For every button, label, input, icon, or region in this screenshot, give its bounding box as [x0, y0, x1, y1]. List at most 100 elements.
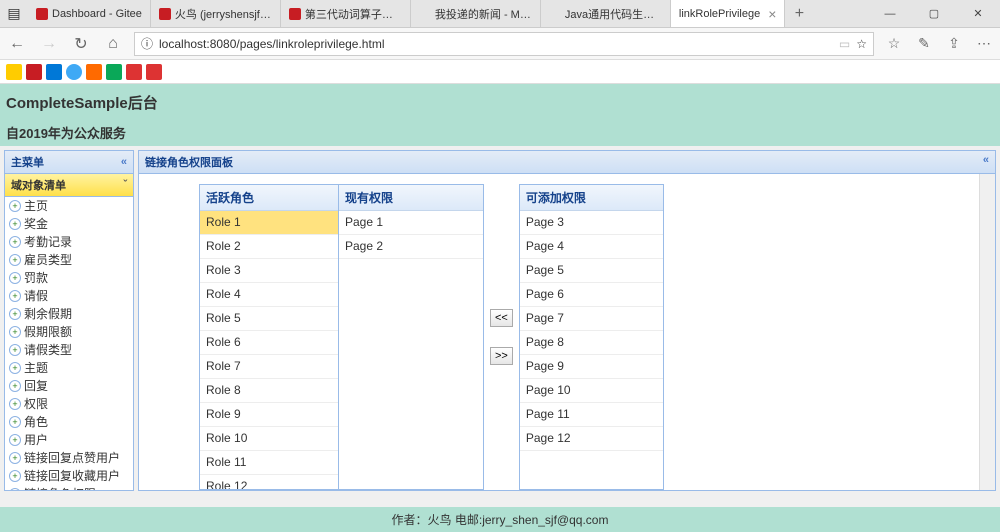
- sidebar-item[interactable]: +请假类型: [5, 341, 133, 359]
- sidebar-item[interactable]: +剩余假期: [5, 305, 133, 323]
- grid-row[interactable]: Role 12: [200, 475, 338, 489]
- grid-row[interactable]: Page 1: [339, 211, 483, 235]
- tree-expand-icon[interactable]: +: [9, 236, 21, 248]
- grid-row[interactable]: Role 10: [200, 427, 338, 451]
- forward-button[interactable]: →: [38, 35, 60, 53]
- grid-row[interactable]: Page 7: [520, 307, 663, 331]
- grid-row[interactable]: Page 9: [520, 355, 663, 379]
- grid-row[interactable]: Role 9: [200, 403, 338, 427]
- sidebar-item[interactable]: +主页: [5, 197, 133, 215]
- bookmark-1[interactable]: [6, 64, 22, 80]
- bookmark-8[interactable]: [146, 64, 162, 80]
- remove-button[interactable]: >>: [490, 347, 513, 365]
- sidebar-item[interactable]: +请假: [5, 287, 133, 305]
- bookmark-3[interactable]: [46, 64, 62, 80]
- bookmark-6[interactable]: [106, 64, 122, 80]
- maximize-button[interactable]: ▢: [912, 0, 956, 27]
- bookmark-2[interactable]: [26, 64, 42, 80]
- tree-expand-icon[interactable]: +: [9, 344, 21, 356]
- tree-expand-icon[interactable]: +: [9, 290, 21, 302]
- tree-expand-icon[interactable]: +: [9, 272, 21, 284]
- tree-expand-icon[interactable]: +: [9, 434, 21, 446]
- bookmark-5[interactable]: [86, 64, 102, 80]
- grid-row[interactable]: Role 6: [200, 331, 338, 355]
- add-button[interactable]: <<: [490, 309, 513, 327]
- grid-row[interactable]: Page 3: [520, 211, 663, 235]
- tree-expand-icon[interactable]: +: [9, 362, 21, 374]
- tab-close-icon[interactable]: ×: [768, 6, 776, 22]
- favorites-button[interactable]: ☆: [884, 35, 904, 52]
- sidebar-item[interactable]: +权限: [5, 395, 133, 413]
- bookmark-4[interactable]: [66, 64, 82, 80]
- grid-row[interactable]: Role 5: [200, 307, 338, 331]
- browser-tab[interactable]: linkRolePrivilege×: [671, 0, 786, 27]
- content-scrollbar[interactable]: [979, 174, 995, 490]
- reader-icon[interactable]: ▭: [839, 37, 850, 51]
- url-box[interactable]: ⓘ ▭ ☆: [134, 32, 874, 56]
- tree-expand-icon[interactable]: +: [9, 470, 21, 482]
- panel-collapse-icon[interactable]: «: [983, 154, 989, 170]
- collapse-icon[interactable]: «: [121, 156, 127, 168]
- grid-row[interactable]: Role 1: [200, 211, 338, 235]
- sidebar-item[interactable]: +链接角色权限: [5, 485, 133, 490]
- sidebar-domain-header[interactable]: 域对象清单 ˇ: [5, 174, 133, 197]
- grid-row[interactable]: Page 6: [520, 283, 663, 307]
- grid-row[interactable]: Page 10: [520, 379, 663, 403]
- tree-expand-icon[interactable]: +: [9, 308, 21, 320]
- tree-expand-icon[interactable]: +: [9, 488, 21, 490]
- sidebar-item[interactable]: +奖金: [5, 215, 133, 233]
- tree-expand-icon[interactable]: +: [9, 326, 21, 338]
- tree-expand-icon[interactable]: +: [9, 218, 21, 230]
- back-button[interactable]: ←: [6, 35, 28, 53]
- sidebar-item[interactable]: +罚款: [5, 269, 133, 287]
- tree-expand-icon[interactable]: +: [9, 254, 21, 266]
- grid-row[interactable]: Page 4: [520, 235, 663, 259]
- grid-row[interactable]: Role 11: [200, 451, 338, 475]
- tree-expand-icon[interactable]: +: [9, 452, 21, 464]
- favorite-icon[interactable]: ☆: [856, 37, 867, 51]
- grid-row[interactable]: Page 5: [520, 259, 663, 283]
- sidebar-item[interactable]: +回复: [5, 377, 133, 395]
- browser-tab[interactable]: 我投递的新闻 - MS&A(: [411, 0, 541, 27]
- grid-row[interactable]: Role 4: [200, 283, 338, 307]
- sidebar-item[interactable]: +主题: [5, 359, 133, 377]
- refresh-button[interactable]: ↻: [70, 34, 92, 54]
- browser-tab[interactable]: 第三代动词算子式代码: [281, 0, 411, 27]
- grid-row[interactable]: Page 11: [520, 403, 663, 427]
- sidebar-item[interactable]: +链接回复收藏用户: [5, 467, 133, 485]
- tree-expand-icon[interactable]: +: [9, 380, 21, 392]
- browser-tab[interactable]: Dashboard - Gitee: [28, 0, 151, 27]
- tree-expand-icon[interactable]: +: [9, 200, 21, 212]
- home-button[interactable]: ⌂: [102, 35, 124, 53]
- sidebar-item[interactable]: +用户: [5, 431, 133, 449]
- grid-row[interactable]: Page 2: [339, 235, 483, 259]
- minimize-button[interactable]: —: [868, 0, 912, 27]
- sidebar-item[interactable]: +角色: [5, 413, 133, 431]
- url-input[interactable]: [159, 37, 833, 51]
- grid-row[interactable]: Role 7: [200, 355, 338, 379]
- bookmark-7[interactable]: [126, 64, 142, 80]
- grid-row[interactable]: Role 3: [200, 259, 338, 283]
- sidebar-main-header[interactable]: 主菜单 «: [5, 151, 133, 174]
- more-button[interactable]: ⋯: [974, 35, 994, 52]
- grid-row[interactable]: Role 2: [200, 235, 338, 259]
- grid-row[interactable]: Page 8: [520, 331, 663, 355]
- browser-tab[interactable]: Java通用代码生成器光: [541, 0, 671, 27]
- tree-expand-icon[interactable]: +: [9, 398, 21, 410]
- notes-button[interactable]: ✎: [914, 35, 934, 52]
- share-button[interactable]: ⇪: [944, 35, 964, 52]
- app-menu-icon[interactable]: ▤: [0, 0, 28, 27]
- sidebar-item[interactable]: +雇员类型: [5, 251, 133, 269]
- sidebar-item[interactable]: +考勤记录: [5, 233, 133, 251]
- sidebar-item[interactable]: +假期限额: [5, 323, 133, 341]
- browser-tab[interactable]: 火鸟 (jerryshensjf) - Git: [151, 0, 281, 27]
- close-window-button[interactable]: ✕: [956, 0, 1000, 27]
- sidebar-item[interactable]: +链接回复点赞用户: [5, 449, 133, 467]
- new-tab-button[interactable]: +: [785, 0, 813, 27]
- expand-icon[interactable]: ˇ: [123, 179, 127, 191]
- grid-row[interactable]: Role 8: [200, 379, 338, 403]
- grid-row[interactable]: Page 12: [520, 427, 663, 451]
- tree-expand-icon[interactable]: +: [9, 416, 21, 428]
- sidebar-item-label: 假期限额: [24, 324, 72, 340]
- sidebar-item-label: 请假: [24, 288, 48, 304]
